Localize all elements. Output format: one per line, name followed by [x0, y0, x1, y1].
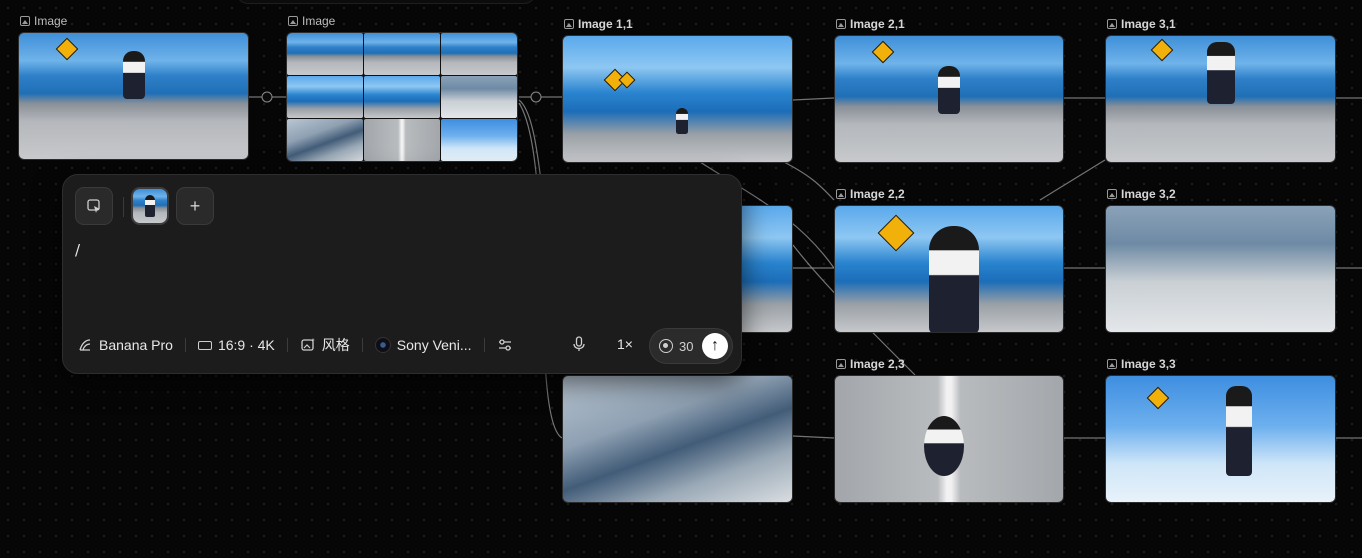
microphone-icon [573, 336, 585, 351]
image-thumbnail[interactable] [562, 35, 793, 163]
road-sign [55, 37, 79, 61]
wire-1-1-to-2-1 [792, 97, 835, 101]
prompt-input[interactable]: / [75, 241, 80, 259]
plus-icon: + [189, 195, 201, 216]
cyclist-figure [928, 226, 979, 332]
grid-image-node[interactable]: Image 1,1 [562, 17, 793, 163]
aspect-ratio-selector[interactable]: 16:9 · 4K [197, 337, 275, 353]
image-icon [836, 19, 846, 29]
settings-sliders-icon [498, 339, 511, 351]
chip-divider [123, 197, 124, 217]
grid-image-node[interactable]: Image 2,2 [834, 187, 1064, 333]
node-label: Image 2,2 [836, 187, 905, 201]
port-collage-out [530, 91, 542, 103]
road-sign [871, 40, 895, 64]
generate-group: 30 ↑ [649, 328, 733, 364]
selection-button[interactable] [75, 187, 113, 225]
node-label: Image 3,1 [1107, 17, 1176, 31]
toolbar-divider [184, 338, 186, 352]
image-icon [1107, 189, 1117, 199]
image-thumbnail[interactable] [834, 35, 1064, 163]
image-icon [836, 359, 846, 369]
node-label: Image 3,3 [1107, 357, 1176, 371]
image-thumbnail[interactable] [834, 205, 1064, 333]
collage-cell [364, 33, 440, 75]
grid-image-node[interactable]: Image 2,1 [834, 17, 1064, 163]
image-icon [564, 19, 574, 29]
cyclist-figure [1206, 42, 1235, 104]
node-label: Image [20, 14, 67, 28]
camera-selector[interactable]: Sony Veni... [374, 337, 472, 353]
collage-cell [364, 76, 440, 118]
collage-cell [441, 33, 517, 75]
grid-image-node[interactable] [562, 375, 793, 503]
wire-2-1-to-3-2 [1039, 159, 1106, 201]
road-sign [1146, 386, 1170, 410]
image-thumbnail[interactable] [834, 375, 1064, 503]
road-sign [877, 214, 915, 252]
batch-multiplier[interactable]: 1× [617, 336, 633, 352]
model-icon [79, 339, 91, 351]
port-source1-out [261, 91, 273, 103]
road-sign [1150, 38, 1174, 62]
collage-cell [287, 33, 363, 75]
collage-cell [287, 119, 363, 161]
node-label: Image 1,1 [564, 17, 633, 31]
image-icon [1107, 359, 1117, 369]
image-icon [836, 189, 846, 199]
collage-cell [364, 119, 440, 161]
style-icon [301, 338, 315, 351]
toolbar-divider [286, 338, 288, 352]
image-thumbnail[interactable] [18, 32, 249, 160]
grid-image-node[interactable]: Image 3,3 [1105, 357, 1336, 503]
node-label: Image [288, 14, 335, 28]
send-button[interactable]: ↑ [702, 333, 728, 359]
cyclist-figure [1225, 386, 1252, 476]
image-thumbnail[interactable] [1105, 205, 1336, 333]
wire-1-1-to-2-2b [779, 159, 835, 201]
toolbar-divider [483, 338, 485, 352]
toolbar-divider [361, 338, 363, 352]
credit-icon [659, 339, 673, 353]
node-label: Image 2,1 [836, 17, 905, 31]
cyclist-figure [145, 195, 155, 217]
node-label: Image 2,3 [836, 357, 905, 371]
model-selector[interactable]: Banana Pro [77, 337, 173, 353]
image-icon [1107, 19, 1117, 29]
cyclist-figure [938, 66, 960, 114]
collage-cell [441, 119, 517, 161]
collage-cell [441, 76, 517, 118]
node-canvas[interactable]: Image Image Image 1,1 Image 2,1 Image 3,… [0, 0, 1362, 558]
image-thumbnail[interactable] [1105, 35, 1336, 163]
collage-cell [287, 76, 363, 118]
selection-icon [87, 199, 100, 213]
image-thumbnail[interactable] [562, 375, 793, 503]
grid-image-node[interactable]: Image 3,1 [1105, 17, 1336, 163]
node-label: Image 3,2 [1107, 187, 1176, 201]
grid-image-node[interactable]: Image 2,3 [834, 357, 1064, 503]
reference-image-thumbnail[interactable] [131, 187, 169, 225]
collage-thumbnail[interactable] [286, 32, 518, 162]
settings-button[interactable] [497, 337, 513, 353]
collage-image-node[interactable]: Image [286, 14, 518, 162]
add-reference-button[interactable]: + [176, 187, 214, 225]
cyclist-figure [676, 108, 689, 134]
source-image-node[interactable]: Image [18, 14, 249, 160]
aspect-ratio-icon [197, 340, 212, 350]
grid-image-node[interactable]: Image 3,2 [1105, 187, 1336, 333]
camera-lens-icon [374, 337, 391, 353]
cyclist-figure [122, 51, 145, 99]
image-icon [288, 16, 298, 26]
arrow-up-icon: ↑ [711, 337, 719, 354]
cyclist-figure [924, 416, 965, 476]
prompt-panel[interactable]: + / Banana Pro 16:9 · 4K 风格 Sony Veni...… [62, 174, 742, 374]
voice-input-button[interactable] [572, 336, 586, 357]
style-selector[interactable]: 风格 [300, 335, 350, 355]
wire-1-3-to-2-3 [792, 435, 835, 439]
credit-count: 30 [679, 338, 694, 354]
image-icon [20, 16, 30, 26]
image-thumbnail[interactable] [1105, 375, 1336, 503]
